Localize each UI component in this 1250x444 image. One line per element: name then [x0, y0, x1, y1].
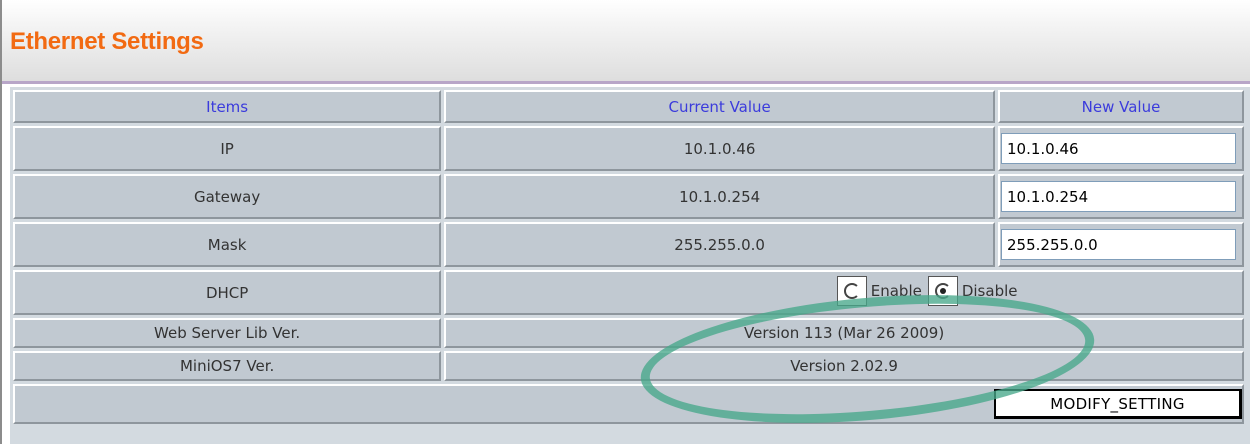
table-row-web-server-lib: Web Server Lib Ver. Version 113 (Mar 26 …: [13, 318, 1244, 348]
dhcp-disable-label: Disable: [961, 281, 1018, 300]
table-row-minios7: MiniOS7 Ver. Version 2.02.9: [13, 351, 1244, 381]
ip-label: IP: [13, 126, 442, 171]
settings-table-container: Items Current Value New Value IP 10.1.0.…: [10, 87, 1250, 444]
dhcp-options-cell: Enable Disable: [444, 270, 1244, 315]
radio-dot-icon: [939, 287, 946, 294]
table-row-actions: MODIFY_SETTING: [13, 384, 1244, 424]
gateway-new-value-cell: [998, 174, 1244, 219]
mask-new-value-cell: [998, 222, 1244, 267]
table-row-ip: IP 10.1.0.46: [13, 126, 1244, 171]
mask-current-value: 255.255.0.0: [444, 222, 996, 267]
web-server-lib-label: Web Server Lib Ver.: [13, 318, 442, 348]
gateway-current-value: 10.1.0.254: [444, 174, 996, 219]
page-title: Ethernet Settings: [10, 28, 204, 55]
settings-table: Items Current Value New Value IP 10.1.0.…: [10, 87, 1247, 427]
dhcp-enable-radio[interactable]: [836, 275, 867, 306]
ip-input[interactable]: [1001, 133, 1237, 164]
dhcp-radio-group: Enable Disable: [836, 275, 1022, 306]
page-header: Ethernet Settings: [2, 0, 1250, 84]
table-header-row: Items Current Value New Value: [13, 90, 1244, 123]
mask-label: Mask: [13, 222, 442, 267]
column-header-items: Items: [13, 90, 442, 123]
mask-input[interactable]: [1001, 229, 1237, 260]
dhcp-enable-label: Enable: [870, 281, 922, 300]
ip-current-value: 10.1.0.46: [444, 126, 996, 171]
minios7-label: MiniOS7 Ver.: [13, 351, 442, 381]
table-row-mask: Mask 255.255.0.0: [13, 222, 1244, 267]
table-row-dhcp: DHCP Enable Disable: [13, 270, 1244, 315]
web-server-lib-value: Version 113 (Mar 26 2009): [444, 318, 1244, 348]
actions-cell: MODIFY_SETTING: [13, 384, 1244, 424]
minios7-value: Version 2.02.9: [444, 351, 1244, 381]
radio-unchecked-icon: [843, 282, 860, 299]
gateway-label: Gateway: [13, 174, 442, 219]
dhcp-label: DHCP: [13, 270, 442, 315]
modify-setting-button[interactable]: MODIFY_SETTING: [994, 389, 1242, 419]
column-header-current-value: Current Value: [444, 90, 996, 123]
column-header-new-value: New Value: [998, 90, 1244, 123]
table-row-gateway: Gateway 10.1.0.254: [13, 174, 1244, 219]
gateway-input[interactable]: [1001, 181, 1237, 212]
dhcp-disable-radio[interactable]: [927, 275, 958, 306]
ethernet-settings-page: Ethernet Settings Items Current Value Ne…: [0, 0, 1250, 444]
ip-new-value-cell: [998, 126, 1244, 171]
